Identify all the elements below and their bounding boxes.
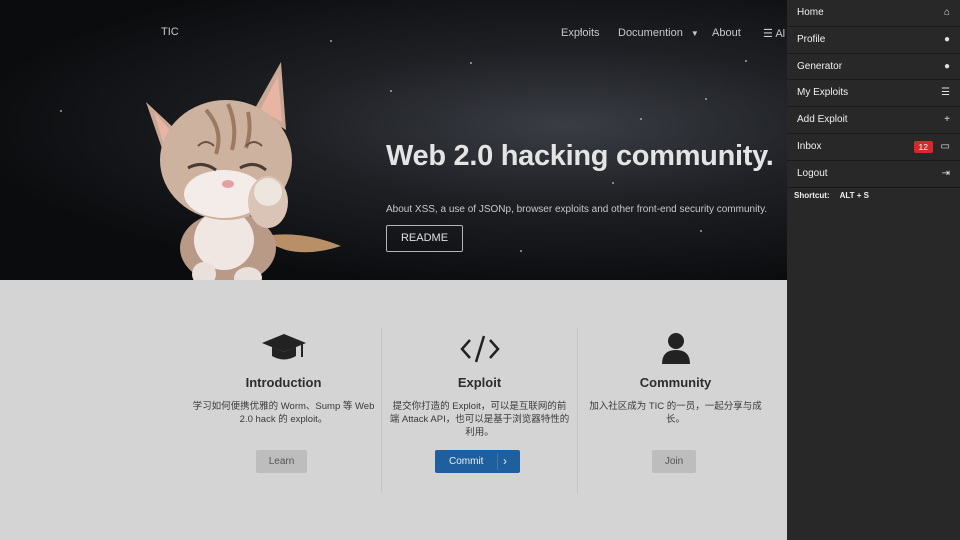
join-button[interactable]: Join (652, 450, 696, 473)
home-icon: ⌂ (943, 7, 950, 18)
star (390, 90, 392, 92)
user-icon (578, 326, 773, 364)
kitten-illustration (136, 60, 346, 280)
commit-button[interactable]: Commit › (435, 450, 520, 473)
learn-button[interactable]: Learn (256, 450, 307, 473)
feature-introduction: Introduction 学习如何便携优雅的 Worm、Sump 等 Web 2… (186, 326, 381, 426)
hero-title: Web 2.0 hacking community. (386, 140, 774, 172)
hamburger-icon: ☰ (763, 28, 773, 40)
brand-logo[interactable]: TIC (161, 26, 179, 38)
chevron-right-icon: › (503, 454, 507, 468)
menu-item-label: Profile (797, 33, 826, 45)
menu-item-label: Inbox (797, 140, 822, 152)
star (705, 98, 707, 100)
caret-down-icon: ▼ (690, 28, 699, 38)
star (640, 118, 642, 120)
list-icon: ☰ (941, 87, 950, 99)
inbox-count-badge: 12 (913, 140, 933, 153)
menu-item-label: Add Exploit (797, 114, 848, 126)
shortcut-hint: Shortcut: ALT + S (794, 191, 869, 200)
menu-item-label: My Exploits (797, 87, 849, 99)
feature-title: Community (639, 375, 712, 390)
plus-icon: + (944, 114, 950, 126)
star (700, 230, 702, 232)
menu-item-add-exploit[interactable]: Add Exploit + (787, 107, 960, 134)
nav-documention-label: Documention (618, 27, 683, 39)
feature-description: 加入社区成为 TIC 的一员，一起分享与成长。 (589, 401, 762, 425)
comments-icon: ▭ (940, 140, 950, 152)
side-menu-panel: Home ⌂ Profile ● Generator ● My Exploits… (787, 0, 960, 540)
feature-description: 提交你打造的 Exploit，可以是互联网的前端 Attack API，也可以是… (389, 401, 570, 438)
nav-documention[interactable]: Documention ▼ (618, 27, 699, 39)
star (60, 110, 62, 112)
shortcut-keys: ALT + S (839, 191, 869, 200)
feature-community: Community 加入社区成为 TIC 的一员，一起分享与成长。 (578, 326, 773, 426)
menu-item-generator[interactable]: Generator ● (787, 54, 960, 81)
menu-item-label: Home (797, 7, 824, 18)
bomb-icon: ● (943, 60, 950, 72)
star (520, 250, 522, 252)
button-separator (497, 453, 498, 470)
user-icon: ● (943, 33, 950, 45)
nav-exploits[interactable]: Exploits (561, 27, 600, 39)
graduation-cap-icon (186, 326, 381, 364)
feature-exploit: Exploit 提交你打造的 Exploit，可以是互联网的前端 Attack … (382, 326, 577, 439)
nav-menu-toggle[interactable]: ☰ Al (763, 27, 785, 40)
menu-item-label: Logout (797, 167, 828, 179)
feature-title: Exploit (457, 375, 502, 390)
menu-item-my-exploits[interactable]: My Exploits ☰ (787, 80, 960, 108)
star (612, 182, 614, 184)
top-navbar: TIC Exploits Documention ▼ About ☰ Al (0, 0, 787, 64)
feature-title: Introduction (245, 375, 322, 390)
menu-item-label: Generator (797, 60, 843, 72)
sign-out-icon: ⇥ (941, 167, 950, 179)
commit-button-label: Commit (449, 456, 484, 467)
menu-item-logout[interactable]: Logout ⇥ (787, 161, 960, 188)
menu-item-home[interactable]: Home ⌂ (787, 0, 960, 27)
feature-description: 学习如何便携优雅的 Worm、Sump 等 Web 2.0 hack 的 exp… (192, 401, 375, 425)
nav-menu-label: Al (775, 28, 786, 40)
menu-item-inbox[interactable]: Inbox 12 ▭ (787, 134, 960, 161)
nav-about[interactable]: About (712, 27, 741, 39)
shortcut-label: Shortcut: (794, 191, 830, 200)
readme-button[interactable]: README (386, 225, 463, 252)
menu-item-profile[interactable]: Profile ● (787, 27, 960, 54)
hero-subtitle: About XSS, a use of JSONp, browser explo… (386, 204, 768, 215)
hero-section: TIC Exploits Documention ▼ About ☰ Al We… (0, 0, 787, 280)
code-icon (382, 326, 577, 364)
features-section: Introduction 学习如何便携优雅的 Worm、Sump 等 Web 2… (0, 280, 787, 540)
